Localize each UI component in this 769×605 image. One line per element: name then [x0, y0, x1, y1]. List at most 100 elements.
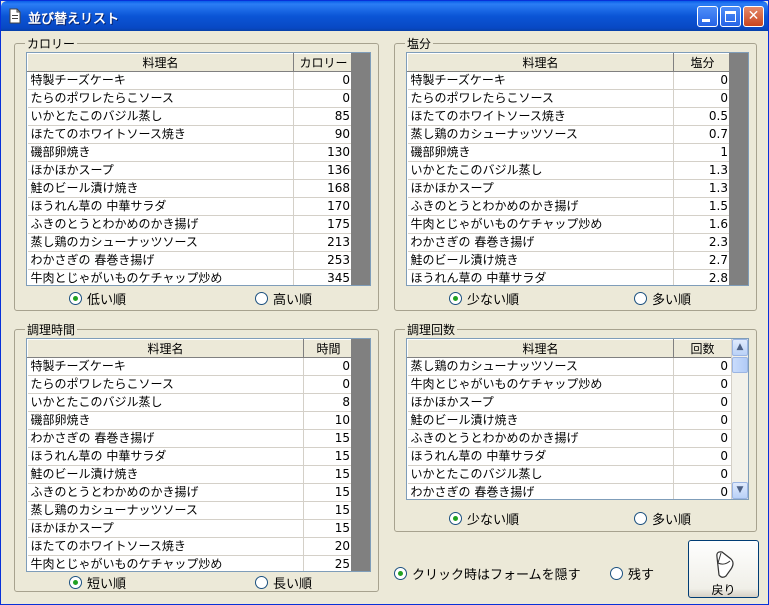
table-row[interactable]: いかとたこのバジル蒸し 0: [407, 465, 732, 484]
dish-name-cell[interactable]: わかさぎの 春巻き揚げ: [407, 483, 674, 499]
time-desc-radio-dot[interactable]: [255, 575, 268, 589]
dish-name-cell[interactable]: わかさぎの 春巻き揚げ: [27, 429, 304, 448]
table-row[interactable]: ほうれん草の 中華サラダ 170: [27, 197, 354, 216]
calorie-desc-radio-dot[interactable]: [255, 291, 268, 305]
dish-name-cell[interactable]: ほかほかスープ: [407, 179, 674, 198]
count-asc-radio-dot[interactable]: [449, 511, 462, 525]
maximize-button[interactable]: [720, 6, 741, 27]
scroll-thumb[interactable]: [732, 357, 748, 373]
dish-name-cell[interactable]: 牛肉とじゃがいものケチャップ炒め: [407, 375, 674, 394]
hide-form-radio[interactable]: クリック時はフォームを隠す: [394, 565, 581, 583]
table-row[interactable]: たらのポワレたらこソース 0: [407, 89, 732, 108]
value-cell[interactable]: 0: [673, 447, 732, 466]
time-asc-radio-dot[interactable]: [69, 575, 82, 589]
table-row[interactable]: ほかほかスープ 136: [27, 161, 354, 180]
value-cell[interactable]: 130: [293, 143, 354, 162]
table-row[interactable]: たらのポワレたらこソース 0: [27, 89, 354, 108]
value-cell[interactable]: 0: [673, 411, 732, 430]
count-grid-scrollbar[interactable]: ▲ ▼: [731, 339, 748, 499]
table-row[interactable]: たらのポワレたらこソース 0: [27, 375, 354, 394]
table-row[interactable]: 牛肉とじゃがいものケチャップ炒め 345: [27, 269, 354, 285]
table-row[interactable]: 蒸し鶏のカシューナッツソース 0: [407, 357, 732, 376]
table-row[interactable]: ふきのとうとわかめのかき揚げ 1.5: [407, 197, 732, 216]
value-cell[interactable]: 136: [293, 161, 354, 180]
table-row[interactable]: ふきのとうとわかめのかき揚げ 15: [27, 483, 354, 502]
value-cell[interactable]: 253: [293, 251, 354, 270]
value-cell[interactable]: 0: [673, 71, 732, 90]
dish-name-cell[interactable]: ほかほかスープ: [27, 161, 294, 180]
dish-name-cell[interactable]: 牛肉とじゃがいものケチャップ炒め: [27, 269, 294, 285]
dish-name-cell[interactable]: 特製チーズケーキ: [27, 71, 294, 90]
calorie-asc-radio[interactable]: 低い順: [69, 290, 126, 308]
table-row[interactable]: 特製チーズケーキ 0: [27, 357, 354, 376]
dish-name-cell[interactable]: ほたてのホワイトソース焼き: [407, 107, 674, 126]
dish-name-cell[interactable]: 蒸し鶏のカシューナッツソース: [27, 233, 294, 252]
dish-name-cell[interactable]: ふきのとうとわかめのかき揚げ: [27, 215, 294, 234]
value-cell[interactable]: 15: [303, 447, 354, 466]
table-row[interactable]: ふきのとうとわかめのかき揚げ 175: [27, 215, 354, 234]
value-cell[interactable]: 2.7: [673, 251, 732, 270]
dish-name-cell[interactable]: ほかほかスープ: [407, 393, 674, 412]
value-cell[interactable]: 20: [303, 537, 354, 556]
value-cell[interactable]: 1.3: [673, 161, 732, 180]
dish-name-cell[interactable]: ほかほかスープ: [27, 519, 304, 538]
salt-asc-radio-dot[interactable]: [449, 291, 462, 305]
value-cell[interactable]: 0: [293, 71, 354, 90]
table-row[interactable]: いかとたこのバジル蒸し 85: [27, 107, 354, 126]
value-cell[interactable]: 15: [303, 483, 354, 502]
value-cell[interactable]: 0: [303, 357, 354, 376]
table-row[interactable]: 特製チーズケーキ 0: [407, 71, 732, 90]
value-cell[interactable]: 15: [303, 519, 354, 538]
dish-name-cell[interactable]: ふきのとうとわかめのかき揚げ: [407, 197, 674, 216]
count-desc-radio[interactable]: 多い順: [634, 510, 691, 528]
count-col-name[interactable]: 料理名: [407, 339, 674, 358]
table-row[interactable]: 磯部卵焼き 10: [27, 411, 354, 430]
time-col-value[interactable]: 時間: [303, 339, 354, 358]
value-cell[interactable]: 8: [303, 393, 354, 412]
dish-name-cell[interactable]: 磯部卵焼き: [27, 143, 294, 162]
table-row[interactable]: 蒸し鶏のカシューナッツソース 0.7: [407, 125, 732, 144]
keep-form-radio[interactable]: 残す: [610, 565, 654, 583]
value-cell[interactable]: 85: [293, 107, 354, 126]
value-cell[interactable]: 0: [293, 89, 354, 108]
value-cell[interactable]: 90: [293, 125, 354, 144]
keep-form-radio-dot[interactable]: [610, 566, 623, 580]
scroll-up-button[interactable]: ▲: [732, 339, 748, 356]
calorie-col-name[interactable]: 料理名: [27, 53, 294, 72]
dish-name-cell[interactable]: 蒸し鶏のカシューナッツソース: [407, 357, 674, 376]
table-row[interactable]: ほうれん草の 中華サラダ 0: [407, 447, 732, 466]
dish-name-cell[interactable]: 鮭のビール漬け焼き: [407, 411, 674, 430]
salt-desc-radio-dot[interactable]: [634, 291, 647, 305]
table-row[interactable]: ほたてのホワイトソース焼き 0.5: [407, 107, 732, 126]
table-row[interactable]: 鮭のビール漬け焼き 168: [27, 179, 354, 198]
scroll-down-button[interactable]: ▼: [732, 482, 748, 499]
calorie-grid[interactable]: 料理名 カロリー 特製チーズケーキ 0 たらのポワレたらこソース 0 いかとたこのバジル…: [26, 52, 371, 286]
dish-name-cell[interactable]: たらのポワレたらこソース: [407, 89, 674, 108]
value-cell[interactable]: 10: [303, 411, 354, 430]
dish-name-cell[interactable]: ほうれん草の 中華サラダ: [407, 447, 674, 466]
time-asc-radio[interactable]: 短い順: [69, 574, 126, 592]
dish-name-cell[interactable]: たらのポワレたらこソース: [27, 375, 304, 394]
value-cell[interactable]: 0: [673, 375, 732, 394]
value-cell[interactable]: 0: [673, 465, 732, 484]
dish-name-cell[interactable]: 蒸し鶏のカシューナッツソース: [27, 501, 304, 520]
value-cell[interactable]: 25: [303, 555, 354, 571]
value-cell[interactable]: 2.3: [673, 233, 732, 252]
dish-name-cell[interactable]: 特製チーズケーキ: [407, 71, 674, 90]
calorie-desc-radio[interactable]: 高い順: [255, 290, 312, 308]
count-desc-radio-dot[interactable]: [634, 511, 647, 525]
table-row[interactable]: 磯部卵焼き 1: [407, 143, 732, 162]
salt-col-name[interactable]: 料理名: [407, 53, 674, 72]
close-button[interactable]: ✕: [743, 6, 764, 27]
table-row[interactable]: いかとたこのバジル蒸し 1.3: [407, 161, 732, 180]
value-cell[interactable]: 1.3: [673, 179, 732, 198]
value-cell[interactable]: 0: [673, 429, 732, 448]
value-cell[interactable]: 0: [673, 357, 732, 376]
hide-form-radio-dot[interactable]: [394, 566, 407, 580]
table-row[interactable]: ふきのとうとわかめのかき揚げ 0: [407, 429, 732, 448]
count-col-value[interactable]: 回数: [673, 339, 732, 358]
table-row[interactable]: ほかほかスープ 1.3: [407, 179, 732, 198]
dish-name-cell[interactable]: ほうれん草の 中華サラダ: [27, 447, 304, 466]
value-cell[interactable]: 0: [303, 375, 354, 394]
dish-name-cell[interactable]: ほたてのホワイトソース焼き: [27, 125, 294, 144]
